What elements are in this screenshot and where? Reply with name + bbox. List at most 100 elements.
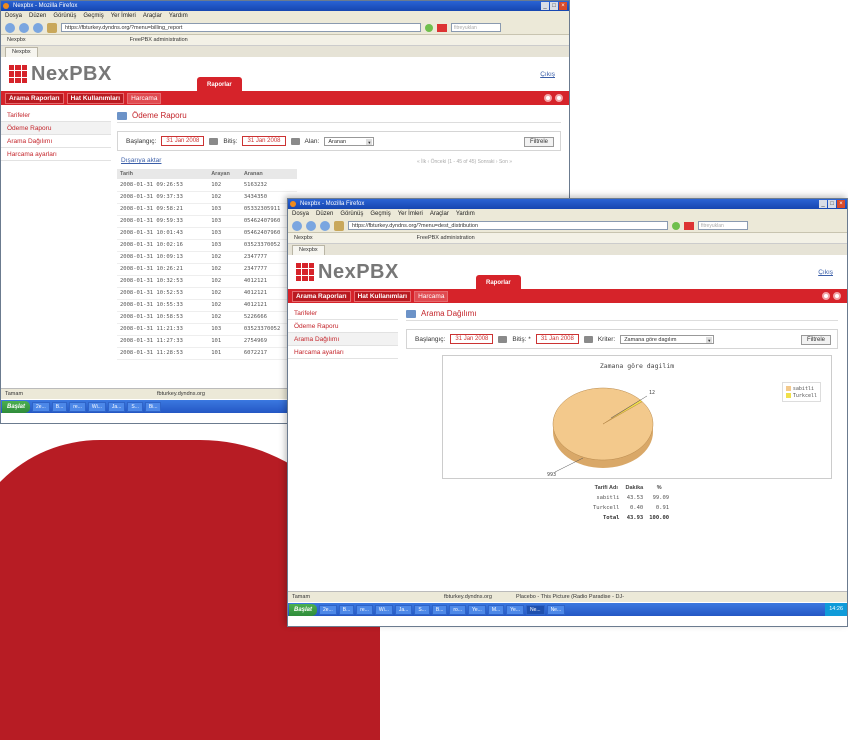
taskbar-item[interactable]: 2e... bbox=[32, 401, 50, 412]
taskbar-item[interactable]: S... bbox=[127, 401, 143, 412]
url-field[interactable]: https://fbturkey.dyndns.org/?menu=dest_d… bbox=[348, 221, 668, 230]
taskbar-item[interactable]: ro... bbox=[449, 604, 466, 615]
menu-history[interactable]: Geçmiş bbox=[370, 209, 390, 219]
taskbar-item[interactable]: Ne... bbox=[526, 604, 545, 615]
minimize-button[interactable]: _ bbox=[541, 2, 549, 10]
forward-icon[interactable] bbox=[306, 220, 316, 231]
tab-raporlar[interactable]: Raporlar bbox=[197, 77, 242, 91]
menu-file[interactable]: Dosya bbox=[292, 209, 309, 219]
bookmark-nexpbx[interactable]: Nexpbx bbox=[294, 235, 313, 241]
menu-tools[interactable]: Araçlar bbox=[143, 11, 162, 21]
menu-file[interactable]: Dosya bbox=[5, 11, 22, 21]
tab-raporlar[interactable]: Raporlar bbox=[476, 275, 521, 289]
nav-arama-raporlari[interactable]: Arama Raporları bbox=[292, 290, 351, 302]
table-row[interactable]: 2008-01-31 09:59:33 103 05462407960 bbox=[117, 215, 297, 228]
table-row[interactable]: 2008-01-31 10:26:21 102 2347777 bbox=[117, 263, 297, 276]
calendar-icon[interactable] bbox=[209, 137, 219, 145]
taskbar-item[interactable]: re... bbox=[69, 401, 86, 412]
menu-bookmarks[interactable]: Yer İmleri bbox=[398, 209, 423, 219]
taskbar-item[interactable]: Ja... bbox=[394, 604, 413, 615]
search-input[interactable]: fitreyuklan bbox=[698, 221, 748, 230]
taskbar-item[interactable]: B... bbox=[431, 604, 448, 615]
end-date-input[interactable]: 31 Jan 2008 bbox=[535, 334, 579, 344]
bookmark-nexpbx[interactable]: Nexpbx bbox=[7, 37, 26, 43]
nav-hat-kullanimlari[interactable]: Hat Kullanımları bbox=[353, 290, 412, 302]
table-row[interactable]: 2008-01-31 09:37:33 102 3434350 bbox=[117, 191, 297, 204]
help-icon[interactable] bbox=[822, 292, 830, 300]
nav-harcama[interactable]: Harcama bbox=[414, 290, 449, 302]
menu-help[interactable]: Yardım bbox=[456, 209, 475, 219]
start-button[interactable]: Başlat bbox=[289, 603, 318, 616]
filter-button[interactable]: Filtrele bbox=[800, 335, 831, 345]
table-row[interactable]: 2008-01-31 10:01:43 103 05462407960 bbox=[117, 227, 297, 240]
taskbar-item[interactable]: S... bbox=[414, 604, 430, 615]
table-row[interactable]: 2008-01-31 11:28:53 101 6072217 bbox=[117, 347, 297, 360]
search-input[interactable]: fitreyuklan bbox=[451, 23, 501, 32]
nav-hat-kullanimlari[interactable]: Hat Kullanımları bbox=[66, 92, 125, 104]
go-icon[interactable] bbox=[425, 23, 433, 32]
calendar-icon[interactable] bbox=[498, 335, 508, 343]
table-row[interactable]: 2008-01-31 10:58:53 102 5226666 bbox=[117, 311, 297, 324]
start-button[interactable]: Başlat bbox=[2, 400, 31, 413]
search-engine-icon[interactable] bbox=[684, 221, 694, 230]
taskbar-item[interactable]: Wi... bbox=[87, 401, 106, 412]
taskbar-item[interactable]: re... bbox=[356, 604, 373, 615]
bookmark-freepbx[interactable]: FreePBX administration bbox=[130, 37, 188, 43]
taskbar-item[interactable]: Ja... bbox=[107, 401, 126, 412]
close-button[interactable]: × bbox=[559, 2, 567, 10]
start-date-input[interactable]: 31 Jan 2008 bbox=[161, 136, 205, 146]
taskbar-item[interactable]: M... bbox=[487, 604, 505, 615]
reload-icon[interactable] bbox=[33, 22, 43, 33]
calendar-icon[interactable] bbox=[290, 137, 300, 145]
back-icon[interactable] bbox=[5, 22, 15, 33]
home-icon[interactable] bbox=[334, 220, 344, 231]
minimize-button[interactable]: _ bbox=[819, 200, 827, 208]
table-row[interactable]: 2008-01-31 11:27:33 101 2754969 bbox=[117, 335, 297, 348]
taskbar-item[interactable]: Ye... bbox=[506, 604, 524, 615]
taskbar-item[interactable]: B... bbox=[338, 604, 355, 615]
menu-bookmarks[interactable]: Yer İmleri bbox=[111, 11, 136, 21]
table-row[interactable]: 2008-01-31 10:09:13 102 2347777 bbox=[117, 251, 297, 264]
table-row[interactable]: 2008-01-31 11:21:33 103 03523370052 bbox=[117, 323, 297, 336]
nav-harcama[interactable]: Harcama bbox=[127, 92, 162, 104]
close-button[interactable]: × bbox=[837, 200, 845, 208]
menu-tools[interactable]: Araçlar bbox=[430, 209, 449, 219]
taskbar-item[interactable]: Bi... bbox=[144, 401, 162, 412]
reload-icon[interactable] bbox=[320, 220, 330, 231]
table-row[interactable]: 2008-01-31 09:58:21 103 05332305911 bbox=[117, 203, 297, 216]
start-date-input[interactable]: 31 Jan 2008 bbox=[450, 334, 494, 344]
url-field[interactable]: https://fbturkey.dyndns.org/?menu=billin… bbox=[61, 23, 421, 32]
forward-icon[interactable] bbox=[19, 22, 29, 33]
settings-icon[interactable] bbox=[833, 292, 841, 300]
tab-nexpbx[interactable]: Nexpbx bbox=[292, 245, 325, 255]
column-header[interactable]: Aranan bbox=[240, 169, 297, 179]
table-row[interactable]: 2008-01-31 10:55:33 102 4012121 bbox=[117, 299, 297, 312]
maximize-button[interactable]: □ bbox=[828, 200, 836, 208]
logout-link[interactable]: Çıkış bbox=[818, 269, 833, 276]
taskbar-item[interactable]: B... bbox=[51, 401, 68, 412]
sidebar-item-tarifeler[interactable]: Tarifeler bbox=[288, 307, 398, 320]
column-header[interactable]: Arayan bbox=[208, 169, 241, 179]
back-icon[interactable] bbox=[292, 220, 302, 231]
table-row[interactable]: 2008-01-31 10:52:53 102 4012121 bbox=[117, 287, 297, 300]
end-date-input[interactable]: 31 Jan 2008 bbox=[242, 136, 286, 146]
tab-nexpbx[interactable]: Nexpbx bbox=[5, 47, 38, 57]
column-header[interactable]: Tarih bbox=[117, 169, 209, 179]
table-row[interactable]: 2008-01-31 10:02:16 103 03523370052 bbox=[117, 239, 297, 252]
sidebar-item-odeme-raporu[interactable]: Ödeme Raporu bbox=[288, 320, 398, 333]
go-icon[interactable] bbox=[672, 221, 680, 230]
search-engine-icon[interactable] bbox=[437, 23, 447, 32]
filter-button[interactable]: Filtrele bbox=[523, 137, 554, 147]
taskbar-item[interactable]: 2e... bbox=[319, 604, 337, 615]
logout-link[interactable]: Çıkış bbox=[540, 71, 555, 78]
taskbar-item[interactable]: Ne... bbox=[546, 604, 566, 615]
sidebar-item-harcama-ayarlari[interactable]: Harcama ayarları bbox=[1, 148, 111, 161]
sidebar-item-odeme-raporu[interactable]: Ödeme Raporu bbox=[1, 122, 111, 135]
nav-arama-raporlari[interactable]: Arama Raporları bbox=[5, 92, 64, 104]
field-select[interactable]: Aranan ▼ bbox=[324, 136, 375, 146]
menu-edit[interactable]: Düzen bbox=[316, 209, 333, 219]
table-row[interactable]: 2008-01-31 09:26:53 102 5163232 bbox=[117, 179, 297, 192]
menu-view[interactable]: Görünüş bbox=[53, 11, 76, 21]
menu-history[interactable]: Geçmiş bbox=[83, 11, 103, 21]
help-icon[interactable] bbox=[544, 94, 552, 102]
